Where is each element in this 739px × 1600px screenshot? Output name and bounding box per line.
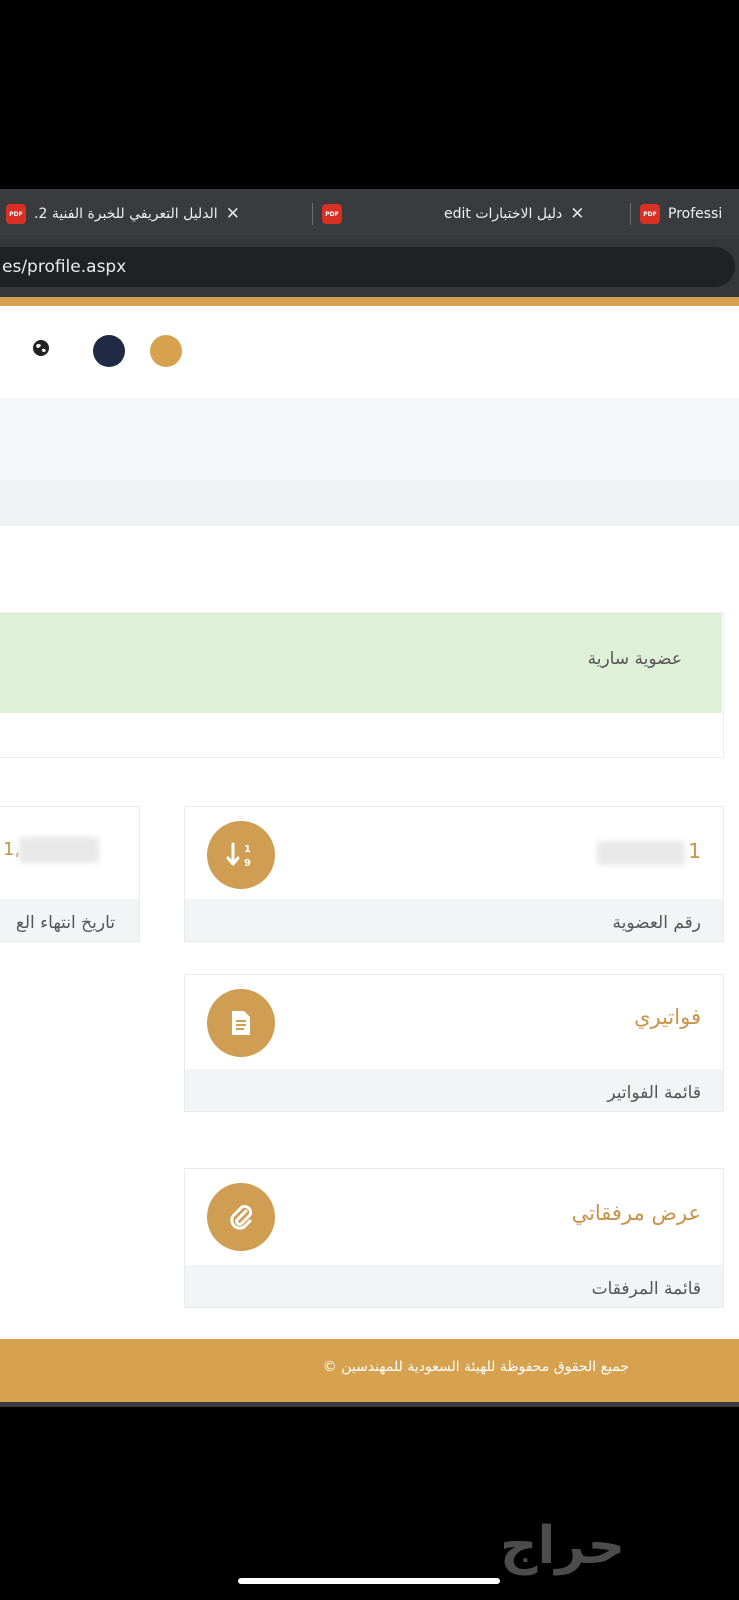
status-alert: عضوية سارية bbox=[0, 613, 722, 713]
profile-page: عضوية سارية 1, تاريخ انتهاء الع 1 9 1 رق… bbox=[0, 306, 739, 1407]
globe-icon[interactable] bbox=[31, 338, 51, 358]
close-tab-icon[interactable]: ✕ bbox=[570, 204, 584, 224]
tab-separator bbox=[630, 203, 631, 225]
browser-tab-strip: PDF الدليل التعريفي للخبرة الفنية 2. ✕ P… bbox=[0, 189, 739, 239]
membership-status-panel: عضوية سارية bbox=[0, 612, 724, 758]
invoices-title[interactable]: فواتيري bbox=[634, 1005, 701, 1029]
breadcrumb-bar bbox=[0, 480, 739, 526]
tab-exam-guide-title[interactable]: دليل الاختبارات edit ✕ bbox=[444, 197, 584, 231]
attachments-card[interactable]: عرض مرفقاتي قائمة المرفقات bbox=[184, 1168, 724, 1308]
tab-separator bbox=[312, 203, 313, 225]
pdf-icon: PDF bbox=[322, 204, 342, 224]
copyright-text: جميع الحقوق محفوظة للهيئة السعودية للمهن… bbox=[322, 1359, 629, 1375]
expiry-label: تاريخ انتهاء الع bbox=[15, 913, 115, 933]
accent-line bbox=[0, 297, 739, 306]
status-label: عضوية سارية bbox=[587, 649, 682, 669]
expiry-card: 1, تاريخ انتهاء الع bbox=[0, 806, 140, 942]
membership-value: 1 bbox=[688, 839, 701, 863]
tab-professional[interactable]: PDF Professi bbox=[640, 197, 722, 231]
svg-text:9: 9 bbox=[244, 858, 251, 869]
redacted-value bbox=[597, 841, 685, 865]
invoices-card[interactable]: فواتيري قائمة الفواتير bbox=[184, 974, 724, 1112]
redacted-value bbox=[19, 837, 99, 863]
nav-bar bbox=[0, 398, 739, 480]
theme-dot-gold[interactable] bbox=[150, 335, 182, 367]
page-footer: جميع الحقوق محفوظة للهيئة السعودية للمهن… bbox=[0, 1339, 739, 1407]
watermark-logo: حراج bbox=[500, 1516, 626, 1576]
url-field[interactable]: es/profile.aspx bbox=[0, 247, 735, 287]
tab-technical-guide[interactable]: PDF الدليل التعريفي للخبرة الفنية 2. ✕ bbox=[6, 197, 240, 231]
attachments-title[interactable]: عرض مرفقاتي bbox=[572, 1201, 701, 1225]
document-icon bbox=[207, 989, 275, 1057]
tab-title: دليل الاختبارات edit bbox=[444, 206, 563, 222]
expiry-value: 1, bbox=[3, 839, 21, 860]
tab-title: الدليل التعريفي للخبرة الفنية 2. bbox=[34, 206, 218, 222]
close-tab-icon[interactable]: ✕ bbox=[226, 204, 240, 224]
tab-exam-guide[interactable]: PDF bbox=[322, 197, 342, 231]
url-text: es/profile.aspx bbox=[2, 257, 127, 277]
pdf-icon: PDF bbox=[640, 204, 660, 224]
membership-label: رقم العضوية bbox=[612, 913, 701, 933]
address-bar: es/profile.aspx bbox=[0, 239, 739, 297]
svg-text:1: 1 bbox=[244, 844, 251, 855]
attachments-list-link[interactable]: قائمة المرفقات bbox=[592, 1279, 701, 1299]
tab-title: Professi bbox=[668, 206, 723, 222]
pdf-icon: PDF bbox=[6, 204, 26, 224]
invoices-list-link[interactable]: قائمة الفواتير bbox=[607, 1083, 701, 1103]
membership-number-card[interactable]: 1 9 1 رقم العضوية bbox=[184, 806, 724, 942]
paperclip-icon bbox=[207, 1183, 275, 1251]
sort-numeric-icon: 1 9 bbox=[207, 821, 275, 889]
home-indicator[interactable] bbox=[238, 1578, 500, 1584]
theme-dot-navy[interactable] bbox=[93, 335, 125, 367]
